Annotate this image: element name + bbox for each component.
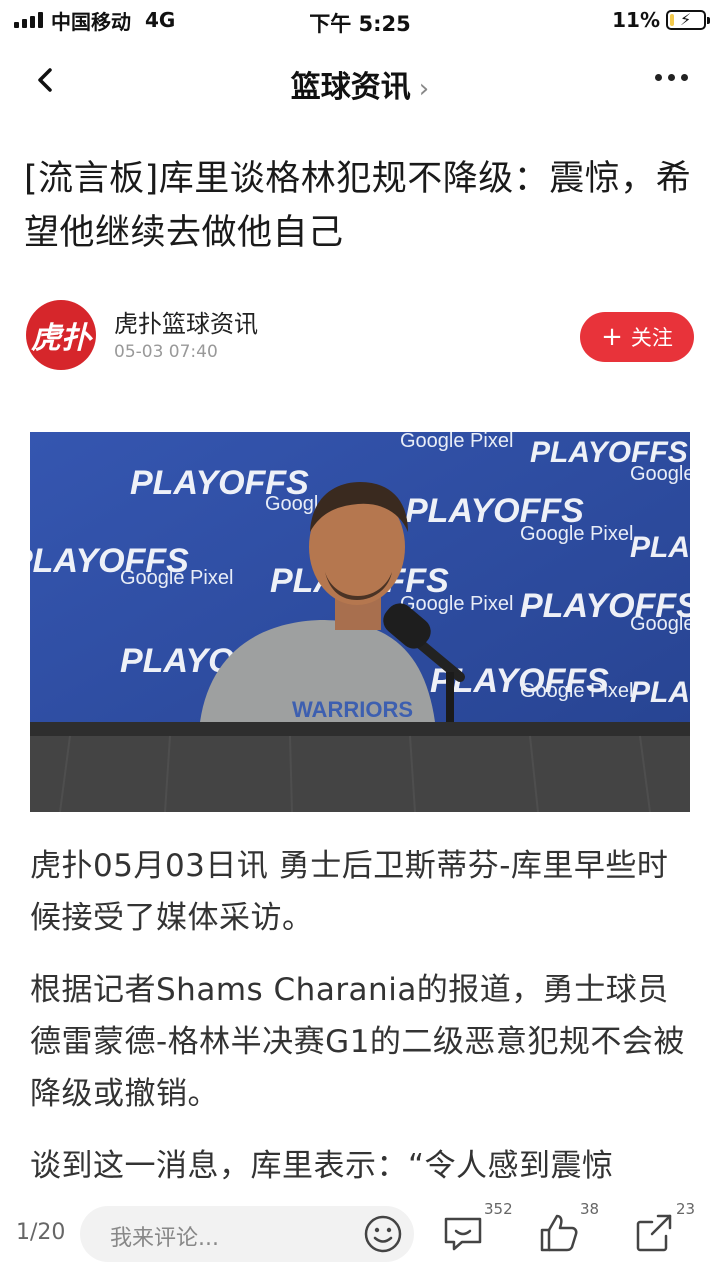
svg-text:PLAYOFFS: PLAYOFFS <box>630 676 690 709</box>
svg-text:Google Pixel: Google Pixel <box>520 523 633 545</box>
follow-label: 关注 <box>630 326 673 350</box>
author-row: 虎扑 虎扑篮球资讯 05-03 07:40 + 关注 <box>26 300 694 380</box>
chevron-right-icon: › <box>418 74 430 104</box>
comment-input[interactable]: 我来评论... <box>80 1206 414 1262</box>
battery-icon: ⚡ <box>666 10 710 30</box>
article-photo[interactable]: PLAYOFFS PLAYOFFS PLAYOFFS PLAYOFFS PLAY… <box>30 432 690 812</box>
svg-text:Google Pixel: Google Pixel <box>520 680 633 702</box>
more-dots-icon <box>655 74 662 81</box>
publish-time: 05-03 07:40 <box>114 342 218 362</box>
comments-count: 352 <box>484 1200 513 1218</box>
like-icon <box>540 1214 578 1252</box>
svg-text:Google Pixel: Google Pixel <box>630 463 690 485</box>
plus-icon: + <box>601 322 623 352</box>
charging-icon: ⚡ <box>680 10 692 29</box>
follow-button[interactable]: + 关注 <box>580 312 694 362</box>
svg-text:Google Pixel: Google Pixel <box>400 593 513 615</box>
like-button[interactable]: 38 <box>536 1200 599 1262</box>
status-bar: 中国移动 4G 下午 5:25 11% ⚡ <box>0 0 720 40</box>
press-conference-image: PLAYOFFS PLAYOFFS PLAYOFFS PLAYOFFS PLAY… <box>30 432 690 812</box>
article-paragraph: 谈到这一消息，库里表示：“令人感到震惊 <box>30 1148 614 1184</box>
emoji-icon[interactable] <box>362 1213 404 1255</box>
author-avatar[interactable]: 虎扑 <box>26 300 96 370</box>
channel-title[interactable]: 篮球资讯 › <box>0 62 720 106</box>
more-options-button[interactable] <box>655 74 688 81</box>
comments-button[interactable]: 352 <box>440 1200 513 1262</box>
svg-text:WARRIORS: WARRIORS <box>292 697 413 722</box>
share-icon <box>636 1214 672 1252</box>
article-headline: [流言板]库里谈格林犯规不降级：震惊，希望他继续去做他自己 <box>24 159 692 253</box>
nav-bar: 篮球资讯 › <box>0 48 720 114</box>
svg-text:Google Pixel: Google Pixel <box>400 432 513 452</box>
author-name[interactable]: 虎扑篮球资讯 <box>114 304 258 339</box>
comment-icon <box>444 1217 482 1251</box>
share-button[interactable]: 23 <box>632 1200 695 1262</box>
article-paragraph: 虎扑05月03日讯 勇士后卫斯蒂芬-库里早些时候接受了媒体采访。 <box>30 848 669 936</box>
battery-percent: 11% <box>612 8 660 32</box>
svg-text:Google Pixel: Google Pixel <box>120 567 233 589</box>
comment-placeholder: 我来评论... <box>110 1226 219 1251</box>
likes-count: 38 <box>580 1200 600 1218</box>
bottom-action-bar: 1/20 我来评论... 352 38 23 <box>0 1190 720 1280</box>
svg-text:PLAYOFFS: PLAYOFFS <box>630 531 690 564</box>
avatar-logo-text: 虎扑 <box>31 321 91 356</box>
shares-count: 23 <box>676 1200 696 1218</box>
svg-text:Google Pixel: Google Pixel <box>630 613 690 635</box>
channel-title-text: 篮球资讯 <box>290 70 411 105</box>
page-indicator: 1/20 <box>16 1220 66 1245</box>
article-paragraph: 根据记者Shams Charania的报道，勇士球员德雷蒙德-格林半决赛G1的二… <box>30 972 685 1112</box>
